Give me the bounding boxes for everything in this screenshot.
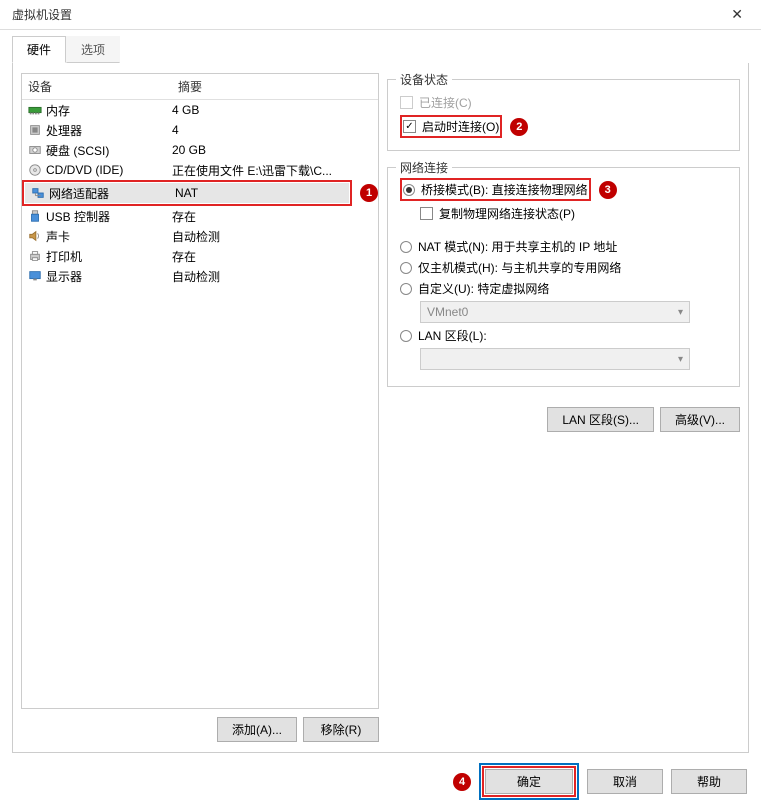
annotation-1: 1: [360, 184, 378, 202]
device-row-cd[interactable]: CD/DVD (IDE) 正在使用文件 E:\迅雷下载\C...: [22, 160, 378, 180]
tab-hardware[interactable]: 硬件: [12, 36, 66, 63]
radio-hostonly[interactable]: 仅主机模式(H): 与主机共享的专用网络: [400, 259, 727, 276]
checkbox-label: 复制物理网络连接状态(P): [439, 205, 575, 222]
device-row-usb[interactable]: USB 控制器 存在: [22, 206, 378, 226]
cancel-button[interactable]: 取消: [587, 769, 663, 794]
group-device-status: 设备状态 已连接(C) ✓ 启动时连接(O) 2: [387, 79, 740, 151]
radio-label: NAT 模式(N): 用于共享主机的 IP 地址: [418, 238, 617, 255]
radio-custom[interactable]: 自定义(U): 特定虚拟网络: [400, 280, 727, 297]
memory-icon: [26, 102, 44, 118]
annotation-2: 2: [510, 118, 528, 136]
cd-icon: [26, 162, 44, 178]
cpu-icon: [26, 122, 44, 138]
printer-icon: [26, 248, 44, 264]
close-icon[interactable]: ✕: [725, 4, 749, 25]
radio-icon: [403, 184, 415, 196]
display-icon: [26, 268, 44, 284]
device-summary: 自动检测: [172, 228, 378, 245]
device-label: 处理器: [44, 122, 172, 139]
select-value: VMnet0: [427, 305, 468, 319]
radio-bridged[interactable]: 桥接模式(B): 直接连接物理网络: [403, 181, 588, 198]
tab-strip: 硬件 选项: [0, 30, 761, 63]
checkbox-icon: ✓: [403, 120, 416, 133]
checkbox-connect-poweron[interactable]: ✓ 启动时连接(O): [403, 118, 499, 135]
device-row-network[interactable]: 网络适配器 NAT: [25, 183, 349, 203]
radio-icon: [400, 330, 412, 342]
device-summary: NAT: [175, 186, 349, 200]
network-icon: [29, 185, 47, 201]
col-summary: 摘要: [172, 74, 378, 99]
checkbox-replicate[interactable]: 复制物理网络连接状态(P): [420, 205, 727, 222]
sound-icon: [26, 228, 44, 244]
checkbox-label: 已连接(C): [419, 94, 472, 111]
radio-icon: [400, 283, 412, 295]
device-list: 设备 摘要 内存 4 GB 处理器 4: [21, 73, 379, 709]
usb-icon: [26, 208, 44, 224]
right-column: 设备状态 已连接(C) ✓ 启动时连接(O) 2 网络连接: [387, 73, 740, 742]
dialog-buttons: 4 确定 取消 帮助: [0, 753, 761, 810]
device-label: 内存: [44, 102, 172, 119]
help-button[interactable]: 帮助: [671, 769, 747, 794]
radio-icon: [400, 241, 412, 253]
add-button[interactable]: 添加(A)...: [217, 717, 297, 742]
col-device: 设备: [22, 74, 172, 99]
device-row-memory[interactable]: 内存 4 GB: [22, 100, 378, 120]
checkbox-connected: 已连接(C): [400, 94, 727, 111]
checkbox-icon: [420, 207, 433, 220]
device-row-printer[interactable]: 打印机 存在: [22, 246, 378, 266]
device-row-cpu[interactable]: 处理器 4: [22, 120, 378, 140]
device-summary: 4: [172, 123, 378, 137]
left-column: 设备 摘要 内存 4 GB 处理器 4: [21, 73, 379, 742]
window-title: 虚拟机设置: [12, 6, 72, 23]
ok-button[interactable]: 确定: [485, 769, 573, 794]
radio-label: 仅主机模式(H): 与主机共享的专用网络: [418, 259, 621, 276]
device-label: USB 控制器: [44, 208, 172, 225]
device-label: 网络适配器: [47, 185, 175, 202]
device-row-sound[interactable]: 声卡 自动检测: [22, 226, 378, 246]
device-summary: 自动检测: [172, 268, 378, 285]
device-row-hdd[interactable]: 硬盘 (SCSI) 20 GB: [22, 140, 378, 160]
lan-segment-select: ▾: [420, 348, 690, 370]
tab-options[interactable]: 选项: [66, 36, 120, 63]
device-summary: 20 GB: [172, 143, 378, 157]
custom-vmnet-select: VMnet0 ▾: [420, 301, 690, 323]
group-network-connection: 网络连接 桥接模式(B): 直接连接物理网络 3 复制物理网络连接状态(P) N…: [387, 167, 740, 387]
radio-lan[interactable]: LAN 区段(L):: [400, 327, 727, 344]
device-summary: 正在使用文件 E:\迅雷下载\C...: [172, 162, 378, 179]
group-title-network: 网络连接: [396, 159, 452, 176]
chevron-down-icon: ▾: [678, 354, 683, 365]
device-list-header: 设备 摘要: [22, 74, 378, 100]
titlebar: 虚拟机设置 ✕: [0, 0, 761, 30]
chevron-down-icon: ▾: [678, 307, 683, 318]
radio-nat[interactable]: NAT 模式(N): 用于共享主机的 IP 地址: [400, 238, 727, 255]
device-label: 打印机: [44, 248, 172, 265]
group-title-status: 设备状态: [396, 71, 452, 88]
device-buttons: 添加(A)... 移除(R): [21, 717, 379, 742]
radio-icon: [400, 262, 412, 274]
device-label: 显示器: [44, 268, 172, 285]
checkbox-icon: [400, 96, 413, 109]
device-summary: 4 GB: [172, 103, 378, 117]
network-sub-buttons: LAN 区段(S)... 高级(V)...: [387, 407, 740, 432]
remove-button[interactable]: 移除(R): [303, 717, 379, 742]
device-label: CD/DVD (IDE): [44, 163, 172, 177]
checkbox-label: 启动时连接(O): [422, 118, 499, 135]
radio-label: 桥接模式(B): 直接连接物理网络: [421, 181, 588, 198]
advanced-button[interactable]: 高级(V)...: [660, 407, 740, 432]
panel-content: 设备 摘要 内存 4 GB 处理器 4: [12, 63, 749, 753]
radio-label: LAN 区段(L):: [418, 327, 487, 344]
device-label: 硬盘 (SCSI): [44, 142, 172, 159]
device-row-display[interactable]: 显示器 自动检测: [22, 266, 378, 286]
device-label: 声卡: [44, 228, 172, 245]
lan-segments-button[interactable]: LAN 区段(S)...: [547, 407, 654, 432]
hdd-icon: [26, 142, 44, 158]
annotation-4: 4: [453, 773, 471, 791]
device-summary: 存在: [172, 208, 378, 225]
device-summary: 存在: [172, 248, 378, 265]
radio-label: 自定义(U): 特定虚拟网络: [418, 280, 549, 297]
annotation-3: 3: [599, 181, 617, 199]
